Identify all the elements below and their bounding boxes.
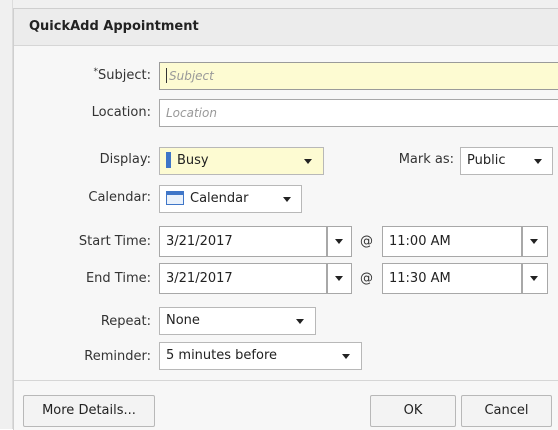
display-value: Busy	[177, 153, 209, 168]
mark-as-select[interactable]: Public	[460, 147, 553, 175]
calendar-icon	[166, 190, 184, 205]
start-time-label: Start Time:	[78, 234, 151, 249]
reminder-label: Reminder:	[84, 349, 151, 364]
end-date-input[interactable]: 3/21/2017	[159, 263, 327, 294]
text-cursor	[166, 68, 167, 83]
chevron-down-icon	[335, 276, 343, 281]
ok-button[interactable]: OK	[370, 395, 456, 427]
dialog-title: QuickAdd Appointment	[29, 19, 199, 34]
subject-label: *Subject:	[93, 67, 151, 83]
reminder-select[interactable]: 5 minutes before	[159, 342, 362, 370]
end-time-dropdown[interactable]	[522, 263, 548, 294]
repeat-select[interactable]: None	[159, 307, 316, 335]
location-placeholder: Location	[166, 106, 217, 120]
end-at-symbol: @	[360, 271, 373, 286]
location-label: Location:	[91, 105, 151, 120]
display-label: Display:	[99, 152, 151, 167]
chevron-down-icon	[342, 354, 350, 359]
location-input[interactable]: Location	[159, 99, 558, 127]
subject-placeholder: Subject	[169, 69, 214, 83]
chevron-down-icon	[304, 159, 312, 164]
start-time-input[interactable]: 11:00 AM	[382, 226, 522, 257]
chevron-down-icon	[534, 159, 542, 164]
reminder-value: 5 minutes before	[166, 348, 277, 363]
start-time-dropdown[interactable]	[522, 226, 548, 257]
end-time-input[interactable]: 11:30 AM	[382, 263, 522, 294]
mark-as-value: Public	[467, 153, 506, 168]
end-time-label: End Time:	[85, 271, 151, 286]
repeat-value: None	[166, 313, 200, 328]
subject-input[interactable]: Subject	[159, 62, 558, 90]
footer-divider	[14, 380, 558, 381]
start-date-input[interactable]: 3/21/2017	[159, 226, 327, 257]
mark-as-label: Mark as:	[398, 152, 454, 167]
calendar-value: Calendar	[190, 191, 249, 206]
busy-color-indicator	[166, 151, 171, 168]
calendar-label: Calendar:	[88, 190, 151, 205]
chevron-down-icon	[335, 239, 343, 244]
background-left	[0, 0, 13, 429]
more-details-button[interactable]: More Details...	[23, 395, 155, 427]
dialog-titlebar: QuickAdd Appointment	[14, 9, 558, 46]
chevron-down-icon	[530, 276, 538, 281]
start-date-dropdown[interactable]	[327, 226, 352, 257]
required-marker: *	[93, 67, 99, 77]
calendar-select[interactable]: Calendar	[159, 185, 302, 213]
chevron-down-icon	[530, 239, 538, 244]
display-select[interactable]: Busy	[159, 147, 324, 175]
quickadd-dialog: QuickAdd Appointment *Subject: Subject L…	[13, 8, 558, 430]
background-top	[0, 0, 558, 8]
cancel-button[interactable]: Cancel	[461, 395, 552, 427]
chevron-down-icon	[283, 197, 291, 202]
end-date-dropdown[interactable]	[327, 263, 352, 294]
chevron-down-icon	[296, 319, 304, 324]
start-at-symbol: @	[360, 234, 373, 249]
repeat-label: Repeat:	[100, 314, 151, 329]
